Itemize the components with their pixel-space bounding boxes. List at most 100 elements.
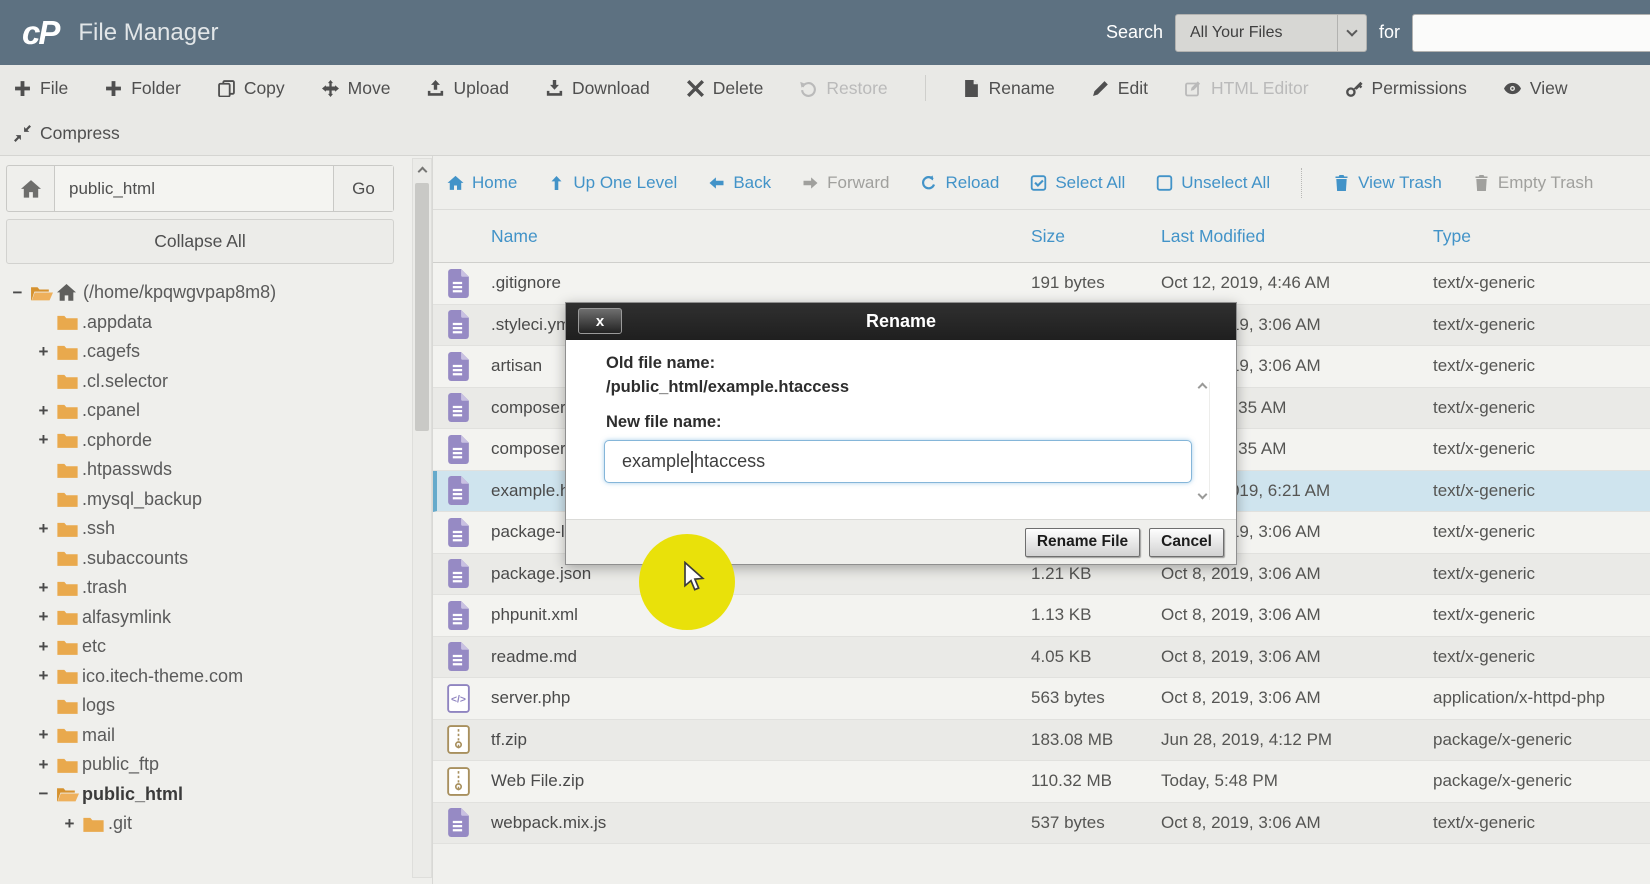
tree-item[interactable]: mail bbox=[0, 721, 394, 751]
file-type: text/x-generic bbox=[1433, 481, 1650, 501]
search-scope-value: All Your Files bbox=[1176, 24, 1337, 42]
tree-item[interactable]: .cphorde bbox=[0, 426, 394, 456]
expand-icon[interactable] bbox=[35, 755, 52, 775]
expand-icon[interactable] bbox=[35, 637, 52, 657]
table-row[interactable]: phpunit.xml 1.13 KB Oct 8, 2019, 3:06 AM… bbox=[433, 595, 1650, 637]
new-file-name-input[interactable]: example htaccess bbox=[604, 440, 1192, 483]
tree-item[interactable]: ico.itech-theme.com bbox=[0, 662, 394, 692]
tree-item[interactable]: public_ftp bbox=[0, 750, 394, 780]
copy-button[interactable]: Copy bbox=[218, 78, 285, 99]
sidebar-scrollbar[interactable] bbox=[412, 158, 432, 878]
arrow-up-icon bbox=[548, 175, 565, 191]
table-row[interactable]: .gitignore 191 bytes Oct 12, 2019, 4:46 … bbox=[433, 263, 1650, 305]
download-button[interactable]: Download bbox=[546, 78, 650, 99]
table-row[interactable]: server.php 563 bytes Oct 8, 2019, 3:06 A… bbox=[433, 678, 1650, 720]
folder-icon bbox=[56, 520, 79, 538]
nav-home-button[interactable]: Home bbox=[447, 173, 517, 193]
column-header-modified[interactable]: Last Modified bbox=[1161, 226, 1433, 247]
tree-item[interactable]: alfasymlink bbox=[0, 603, 394, 633]
tree-item[interactable]: .appdata bbox=[0, 308, 394, 338]
table-row[interactable]: Web File.zip 110.32 MB Today, 5:48 PM pa… bbox=[433, 761, 1650, 803]
expand-icon[interactable] bbox=[35, 519, 52, 539]
collapse-icon[interactable] bbox=[35, 784, 52, 804]
view-button[interactable]: View bbox=[1504, 78, 1568, 99]
delete-button[interactable]: Delete bbox=[687, 78, 764, 99]
nav-select-all-button[interactable]: Select All bbox=[1030, 173, 1125, 193]
search-scope-select[interactable]: All Your Files bbox=[1175, 14, 1367, 52]
text-file-icon bbox=[447, 476, 470, 505]
table-row[interactable]: readme.md 4.05 KB Oct 8, 2019, 3:06 AM t… bbox=[433, 637, 1650, 679]
tree-item-home[interactable]: (/home/kpqwgvpap8m8) bbox=[0, 278, 394, 308]
arrow-left-icon bbox=[708, 175, 725, 191]
file-modified: Jun 28, 2019, 4:12 PM bbox=[1161, 730, 1433, 750]
file-modified: Oct 12, 2019, 4:46 AM bbox=[1161, 273, 1433, 293]
scroll-up-icon[interactable] bbox=[1198, 383, 1208, 393]
tree-item[interactable]: .cl.selector bbox=[0, 367, 394, 397]
nav-empty-trash-button[interactable]: Empty Trash bbox=[1473, 173, 1593, 193]
tree-item[interactable]: .subaccounts bbox=[0, 544, 394, 574]
compress-button[interactable]: Compress bbox=[14, 123, 120, 144]
nav-up-one-level-button[interactable]: Up One Level bbox=[548, 173, 677, 193]
tree-item[interactable]: .htpasswds bbox=[0, 455, 394, 485]
expand-icon[interactable] bbox=[35, 430, 52, 450]
text-file-icon bbox=[447, 435, 470, 464]
file-type: text/x-generic bbox=[1433, 647, 1650, 667]
expand-icon[interactable] bbox=[35, 401, 52, 421]
dialog-header[interactable]: x Rename bbox=[566, 303, 1236, 340]
tree-item[interactable]: .git bbox=[0, 809, 394, 839]
tree-item[interactable]: .mysql_backup bbox=[0, 485, 394, 515]
tree-item[interactable]: .cagefs bbox=[0, 337, 394, 367]
folder-icon bbox=[82, 815, 105, 833]
column-header-name[interactable]: Name bbox=[491, 226, 1031, 247]
expand-icon[interactable] bbox=[35, 607, 52, 627]
tree-item[interactable]: .ssh bbox=[0, 514, 394, 544]
search-input[interactable] bbox=[1412, 14, 1650, 52]
cancel-button[interactable]: Cancel bbox=[1149, 528, 1224, 557]
go-button[interactable]: Go bbox=[333, 166, 393, 211]
file-size: 563 bytes bbox=[1031, 688, 1161, 708]
scroll-up-icon[interactable] bbox=[413, 159, 431, 179]
tree-item-label: .trash bbox=[82, 577, 127, 598]
nav-reload-button[interactable]: Reload bbox=[920, 173, 999, 193]
tree-item-label: (/home/kpqwgvpap8m8) bbox=[83, 282, 276, 303]
nav-unselect-all-button[interactable]: Unselect All bbox=[1156, 173, 1270, 193]
text-file-icon bbox=[447, 559, 470, 588]
collapse-all-button[interactable]: Collapse All bbox=[6, 219, 394, 264]
column-header-type[interactable]: Type bbox=[1433, 226, 1650, 247]
rename-button[interactable]: Rename bbox=[963, 78, 1055, 99]
nav-back-button[interactable]: Back bbox=[708, 173, 771, 193]
tree-item[interactable]: logs bbox=[0, 691, 394, 721]
expand-icon[interactable] bbox=[35, 342, 52, 362]
tree-item-public-html[interactable]: public_html bbox=[0, 780, 394, 810]
move-button[interactable]: Move bbox=[322, 78, 391, 99]
column-header-size[interactable]: Size bbox=[1031, 226, 1161, 247]
tree-item[interactable]: .trash bbox=[0, 573, 394, 603]
collapse-icon[interactable] bbox=[9, 283, 26, 303]
expand-icon[interactable] bbox=[35, 578, 52, 598]
scrollbar-thumb[interactable] bbox=[415, 183, 429, 431]
text-file-icon bbox=[447, 393, 470, 422]
expand-icon[interactable] bbox=[61, 814, 78, 834]
expand-icon[interactable] bbox=[35, 666, 52, 686]
dialog-scrollbar[interactable] bbox=[1196, 382, 1210, 500]
tree-item[interactable]: etc bbox=[0, 632, 394, 662]
file-button-label: File bbox=[40, 78, 68, 99]
permissions-button[interactable]: Permissions bbox=[1346, 78, 1467, 99]
edit-button[interactable]: Edit bbox=[1092, 78, 1148, 99]
dialog-title: Rename bbox=[866, 311, 936, 332]
tree-item[interactable]: .cpanel bbox=[0, 396, 394, 426]
folder-button[interactable]: Folder bbox=[105, 78, 181, 99]
path-input[interactable] bbox=[55, 166, 333, 211]
upload-button[interactable]: Upload bbox=[427, 78, 508, 99]
expand-icon[interactable] bbox=[35, 725, 52, 745]
file-name: phpunit.xml bbox=[491, 605, 1031, 625]
table-row[interactable]: webpack.mix.js 537 bytes Oct 8, 2019, 3:… bbox=[433, 803, 1650, 845]
file-button[interactable]: File bbox=[14, 78, 68, 99]
close-icon[interactable]: x bbox=[578, 308, 622, 334]
text-file-icon bbox=[447, 642, 470, 671]
home-path-button[interactable] bbox=[7, 166, 55, 211]
rename-file-button[interactable]: Rename File bbox=[1025, 528, 1140, 557]
nav-view-trash-button[interactable]: View Trash bbox=[1333, 173, 1442, 193]
scroll-down-icon[interactable] bbox=[1198, 490, 1208, 500]
table-row[interactable]: tf.zip 183.08 MB Jun 28, 2019, 4:12 PM p… bbox=[433, 720, 1650, 762]
